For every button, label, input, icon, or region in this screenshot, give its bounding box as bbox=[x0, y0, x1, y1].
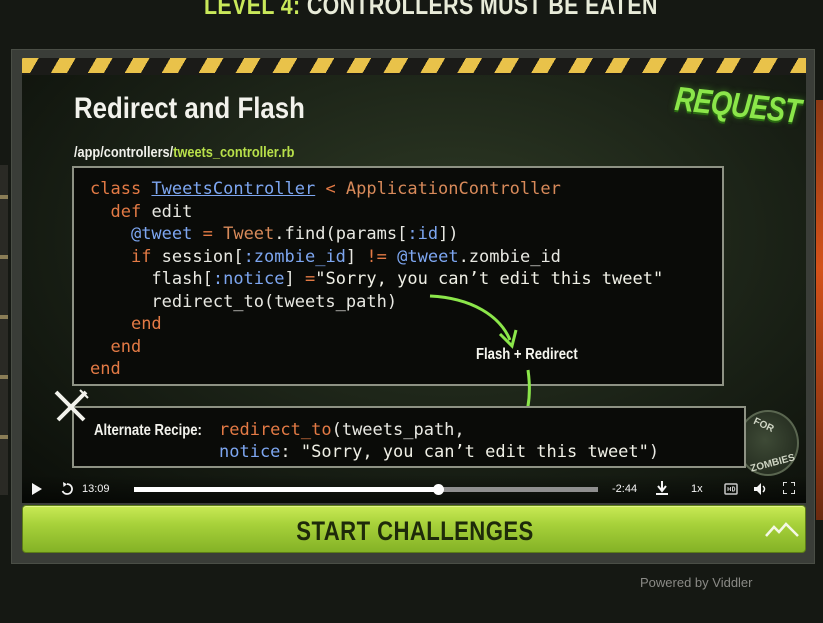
fullscreen-icon[interactable] bbox=[783, 482, 795, 494]
slide-title: Redirect and Flash bbox=[74, 92, 305, 125]
progress-bar[interactable] bbox=[134, 484, 598, 495]
start-challenges-label: START CHALLENGES bbox=[296, 516, 534, 546]
play-icon[interactable] bbox=[31, 483, 43, 495]
app-root: LEVEL 4: CONTROLLERS MUST BE EATEN Redir… bbox=[0, 0, 823, 623]
replay-icon[interactable] bbox=[60, 482, 74, 496]
page-heading: LEVEL 4: CONTROLLERS MUST BE EATEN bbox=[204, 0, 658, 21]
left-sidebar-strip bbox=[0, 165, 8, 495]
code-block: class TweetsController < ApplicationCont… bbox=[72, 166, 724, 386]
recipe-label: Alternate Recipe: bbox=[94, 422, 202, 439]
player-controls: 13:09 -2:44 1x bbox=[22, 475, 806, 503]
request-badge: REQUEST bbox=[673, 80, 803, 131]
mountain-peaks-icon bbox=[765, 522, 799, 537]
progress-knob[interactable] bbox=[432, 484, 444, 495]
video-frame[interactable]: Redirect and Flash /app/controllers/twee… bbox=[22, 58, 806, 503]
playback-speed[interactable]: 1x bbox=[691, 483, 703, 495]
heading-level: LEVEL 4: bbox=[204, 0, 301, 20]
hd-icon[interactable] bbox=[724, 482, 738, 496]
video-player: Redirect and Flash /app/controllers/twee… bbox=[11, 49, 815, 564]
volume-icon[interactable] bbox=[753, 482, 767, 496]
right-sidebar-strip bbox=[816, 100, 823, 520]
download-icon[interactable] bbox=[655, 481, 669, 495]
hazard-stripe bbox=[22, 58, 806, 75]
file-path: /app/controllers/tweets_controller.rb bbox=[74, 144, 294, 161]
heading-title: CONTROLLERS MUST BE EATEN bbox=[306, 0, 658, 20]
progress-fill bbox=[134, 487, 438, 492]
powered-by-viddler[interactable]: Powered by Viddler bbox=[640, 575, 753, 590]
alternate-recipe-block: Alternate Recipe: redirect_to(tweets_pat… bbox=[72, 406, 746, 468]
start-challenges-button[interactable]: START CHALLENGES bbox=[22, 505, 806, 553]
time-remaining: -2:44 bbox=[612, 483, 638, 495]
file-path-file: tweets_controller.rb bbox=[173, 144, 295, 161]
file-path-dir: /app/controllers/ bbox=[74, 144, 174, 161]
fork-knife-icon bbox=[54, 389, 89, 422]
time-elapsed: 13:09 bbox=[82, 483, 110, 495]
flash-redirect-annotation: Flash + Redirect bbox=[476, 346, 578, 363]
recipe-code: redirect_to(tweets_path, notice: "Sorry,… bbox=[219, 420, 660, 462]
